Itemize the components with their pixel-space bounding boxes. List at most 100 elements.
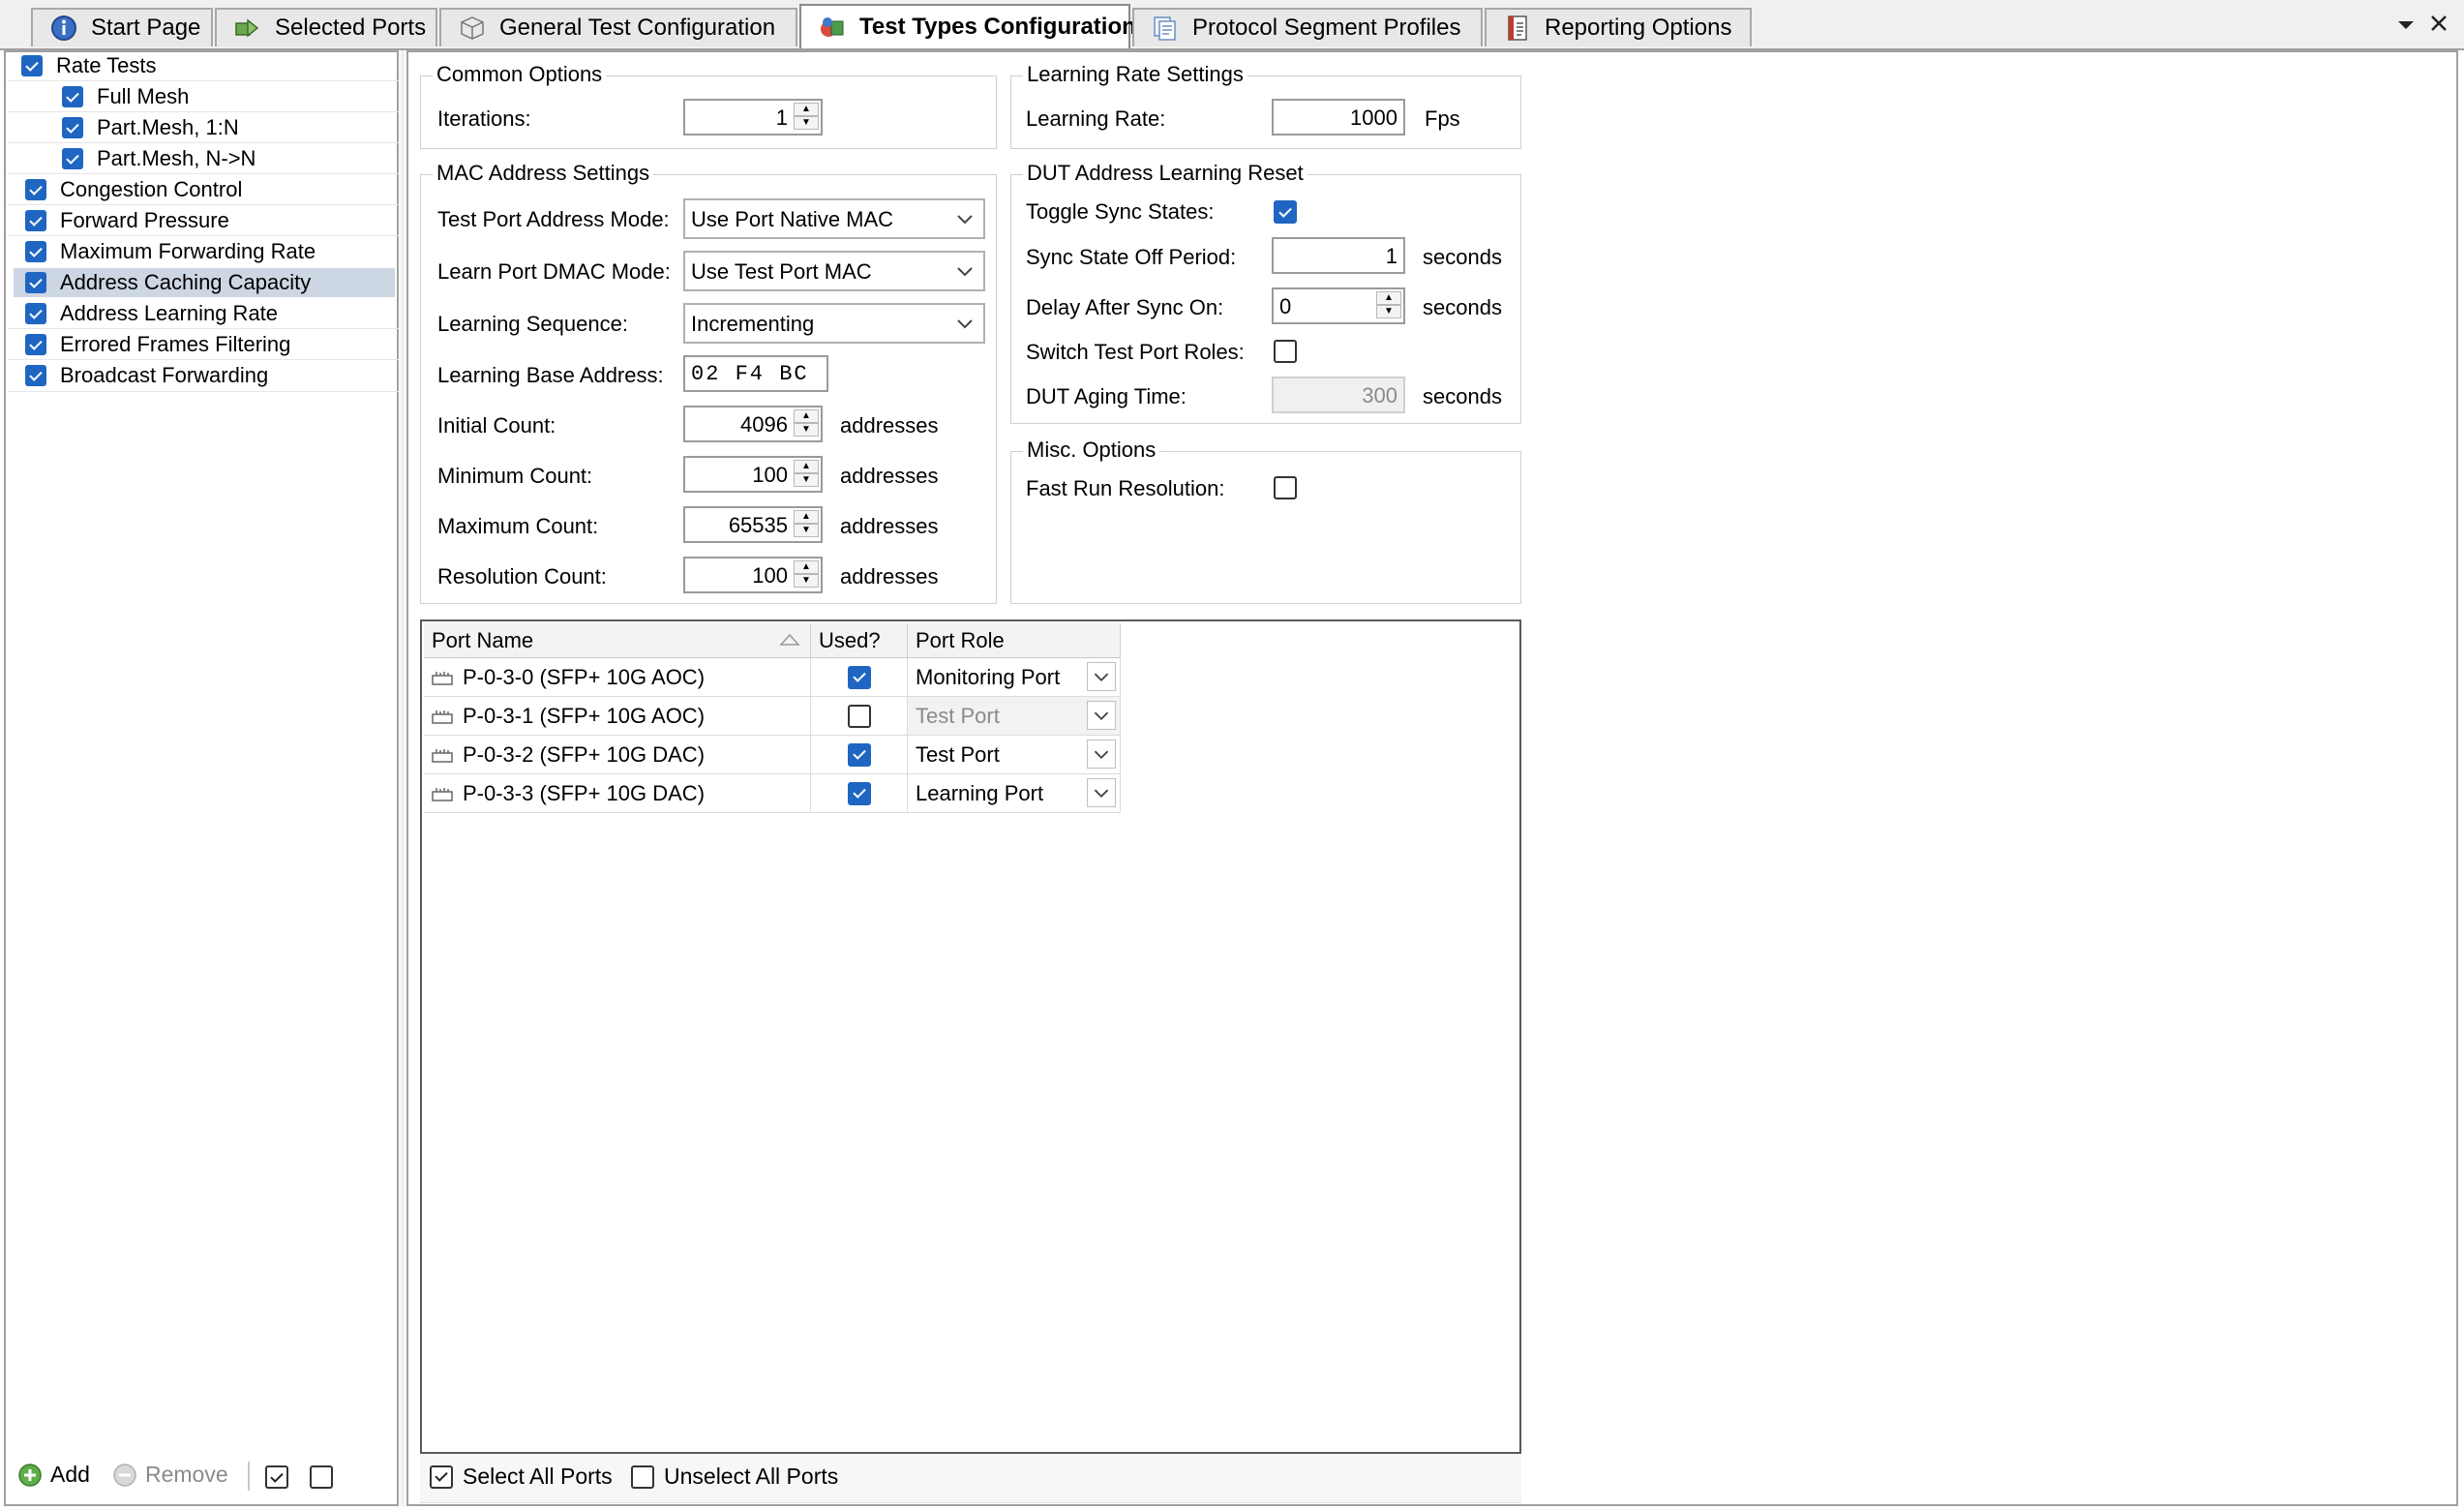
initial-count-spinner[interactable]: 4096 ▲ ▼ bbox=[683, 406, 823, 442]
spin-up-icon[interactable]: ▲ bbox=[794, 409, 819, 423]
tree-checkbox[interactable] bbox=[25, 334, 46, 355]
port-name: P-0-3-2 (SFP+ 10G DAC) bbox=[463, 741, 706, 767]
info-icon bbox=[51, 15, 76, 41]
spin-up-icon[interactable]: ▲ bbox=[1376, 291, 1401, 305]
tab-general-test-configuration[interactable]: General Test Configuration bbox=[439, 8, 797, 46]
tab-reporting-options[interactable]: Reporting Options bbox=[1485, 8, 1752, 46]
learn-port-dmac-mode-dropdown[interactable]: Use Test Port MAC bbox=[683, 251, 985, 291]
ports-grid: Port Name Used? Port Role P-0-3-0 (SFP+ … bbox=[420, 619, 1521, 1454]
sync-state-off-period-input[interactable]: 1 bbox=[1272, 237, 1405, 274]
tree-item-part-mesh-n-n[interactable]: Part.Mesh, N->N bbox=[62, 144, 399, 173]
check-all-button[interactable] bbox=[265, 1465, 288, 1489]
fast-run-resolution-checkbox[interactable] bbox=[1274, 476, 1297, 499]
tree-item-rate-tests[interactable]: Rate Tests bbox=[21, 51, 399, 80]
tree-item-broadcast-forwarding[interactable]: Broadcast Forwarding bbox=[25, 361, 399, 390]
resolution-count-label: Resolution Count: bbox=[437, 564, 607, 589]
iterations-spinner[interactable]: 1 ▲ ▼ bbox=[683, 99, 823, 136]
tab-start-page[interactable]: Start Page bbox=[31, 8, 213, 46]
chevron-down-icon[interactable] bbox=[1087, 778, 1116, 807]
report-icon bbox=[1508, 15, 1527, 41]
port-role: Test Port bbox=[916, 741, 1000, 767]
spin-up-icon[interactable]: ▲ bbox=[794, 510, 819, 524]
aging-time-unit: seconds bbox=[1423, 384, 1502, 408]
check-all-icon bbox=[430, 1465, 453, 1489]
tree-checkbox[interactable] bbox=[62, 117, 83, 138]
port-role: Learning Port bbox=[916, 780, 1044, 805]
spin-down-icon[interactable]: ▼ bbox=[794, 574, 819, 588]
tab-selected-ports[interactable]: Selected Ports bbox=[215, 8, 437, 46]
tree-checkbox[interactable] bbox=[25, 303, 46, 324]
tree-item-forward-pressure[interactable]: Forward Pressure bbox=[25, 206, 399, 235]
tree-checkbox[interactable] bbox=[25, 272, 46, 293]
tab-overflow-icon[interactable] bbox=[2394, 17, 2418, 33]
table-row[interactable]: P-0-3-2 (SFP+ 10G DAC) bbox=[424, 736, 811, 774]
switch-test-port-roles-checkbox[interactable] bbox=[1274, 340, 1297, 363]
column-header-port-role[interactable]: Port Role bbox=[908, 623, 1121, 658]
group-title: MAC Address Settings bbox=[433, 161, 654, 186]
add-button[interactable]: Add bbox=[17, 1462, 90, 1488]
spin-up-icon[interactable]: ▲ bbox=[794, 560, 819, 574]
tree-item-full-mesh[interactable]: Full Mesh bbox=[62, 82, 399, 111]
toggle-sync-states-checkbox[interactable] bbox=[1274, 200, 1297, 224]
base-address-value: 02 F4 BC bbox=[691, 362, 809, 386]
chevron-down-icon[interactable] bbox=[1087, 740, 1116, 769]
tree-checkbox[interactable] bbox=[62, 148, 83, 169]
table-row[interactable]: P-0-3-3 (SFP+ 10G DAC) bbox=[424, 774, 811, 813]
tree-item-maximum-forwarding-rate[interactable]: Maximum Forwarding Rate bbox=[25, 237, 399, 266]
port-role-cell[interactable]: Test Port bbox=[908, 736, 1121, 774]
tree-item-label: Rate Tests bbox=[56, 53, 157, 77]
maximum-count-spinner[interactable]: 65535 ▲ ▼ bbox=[683, 506, 823, 543]
select-all-ports-button[interactable]: Select All Ports bbox=[430, 1464, 613, 1490]
tree-item-errored-frames-filtering[interactable]: Errored Frames Filtering bbox=[25, 330, 399, 359]
spin-up-icon[interactable]: ▲ bbox=[794, 460, 819, 473]
used-checkbox[interactable] bbox=[847, 742, 871, 767]
minimum-count-spinner[interactable]: 100 ▲ ▼ bbox=[683, 456, 823, 493]
toolbar-divider bbox=[248, 1462, 250, 1491]
tree-checkbox[interactable] bbox=[25, 179, 46, 200]
tree-item-congestion-control[interactable]: Congestion Control bbox=[25, 175, 399, 204]
used-checkbox[interactable] bbox=[847, 781, 871, 805]
tree-item-address-caching-capacity[interactable]: Address Caching Capacity bbox=[14, 268, 395, 297]
learning-base-address-input[interactable]: 02 F4 BC bbox=[683, 355, 828, 392]
port-role-cell[interactable]: Learning Port bbox=[908, 774, 1121, 813]
learning-sequence-dropdown[interactable]: Incrementing bbox=[683, 303, 985, 344]
learning-rate-unit: Fps bbox=[1425, 106, 1460, 131]
table-row[interactable]: P-0-3-1 (SFP+ 10G AOC) bbox=[424, 697, 811, 736]
spin-down-icon[interactable]: ▼ bbox=[1376, 305, 1401, 318]
tree-checkbox[interactable] bbox=[25, 241, 46, 262]
used-checkbox[interactable] bbox=[847, 704, 871, 728]
tree-checkbox[interactable] bbox=[25, 210, 46, 231]
chevron-down-icon bbox=[957, 319, 973, 329]
port-role-cell[interactable]: Monitoring Port bbox=[908, 658, 1121, 697]
splitter[interactable] bbox=[401, 50, 405, 1506]
spin-down-icon[interactable]: ▼ bbox=[794, 116, 819, 130]
remove-button[interactable]: Remove bbox=[112, 1462, 228, 1488]
delay-after-sync-on-spinner[interactable]: 0 ▲ ▼ bbox=[1272, 287, 1405, 324]
tab-label: Reporting Options bbox=[1545, 15, 1732, 41]
uncheck-all-button[interactable] bbox=[310, 1465, 333, 1489]
chevron-down-icon[interactable] bbox=[1087, 662, 1116, 691]
resolution-count-spinner[interactable]: 100 ▲ ▼ bbox=[683, 557, 823, 593]
close-icon[interactable] bbox=[2427, 12, 2450, 35]
tree-item-address-learning-rate[interactable]: Address Learning Rate bbox=[25, 299, 399, 328]
learning-rate-input[interactable]: 1000 bbox=[1272, 99, 1405, 136]
delay-value: 0 bbox=[1279, 294, 1292, 318]
column-header-used[interactable]: Used? bbox=[811, 623, 908, 658]
port-name: P-0-3-3 (SFP+ 10G DAC) bbox=[463, 780, 706, 805]
tree-item-part-mesh-1-n[interactable]: Part.Mesh, 1:N bbox=[62, 113, 399, 142]
tab-test-types-configuration[interactable]: Test Types Configuration bbox=[799, 4, 1136, 48]
tree-checkbox[interactable] bbox=[62, 86, 83, 107]
test-port-address-mode-dropdown[interactable]: Use Port Native MAC bbox=[683, 198, 985, 239]
tab-protocol-segment-profiles[interactable]: Protocol Segment Profiles bbox=[1132, 8, 1483, 46]
column-header-port-name[interactable]: Port Name bbox=[424, 623, 811, 658]
port-role-cell: Test Port bbox=[908, 697, 1121, 736]
used-checkbox[interactable] bbox=[847, 665, 871, 689]
tree-checkbox[interactable] bbox=[25, 365, 46, 386]
spin-up-icon[interactable]: ▲ bbox=[794, 103, 819, 116]
spin-down-icon[interactable]: ▼ bbox=[794, 524, 819, 537]
tree-checkbox[interactable] bbox=[21, 55, 43, 76]
spin-down-icon[interactable]: ▼ bbox=[794, 473, 819, 487]
unselect-all-ports-button[interactable]: Unselect All Ports bbox=[631, 1464, 838, 1490]
table-row[interactable]: P-0-3-0 (SFP+ 10G AOC) bbox=[424, 658, 811, 697]
spin-down-icon[interactable]: ▼ bbox=[794, 423, 819, 437]
